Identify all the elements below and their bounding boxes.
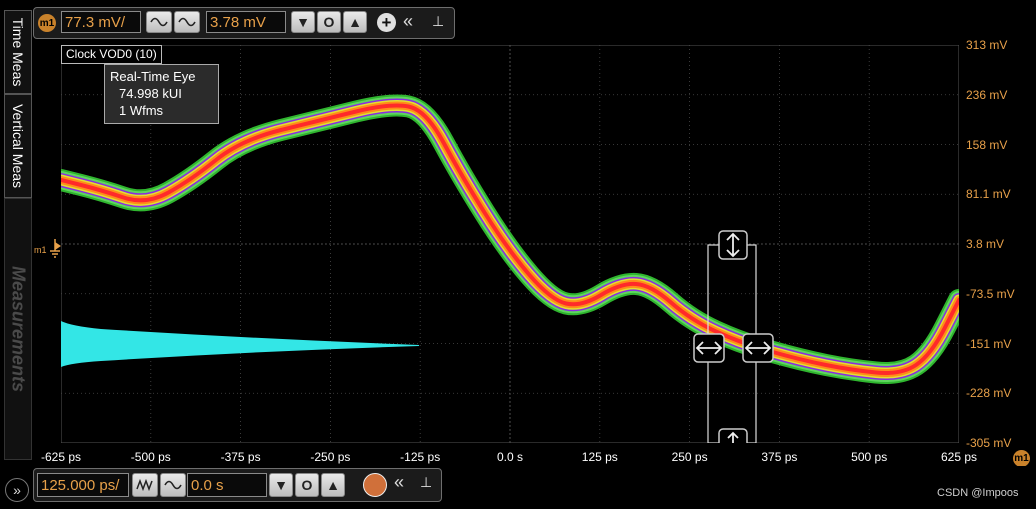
coarse-square-wave-button[interactable] <box>132 473 158 497</box>
offset-down-button[interactable]: ▼ <box>291 11 315 33</box>
zero-icon: O <box>301 477 313 493</box>
position-down-button[interactable]: ▼ <box>269 473 293 497</box>
resize-vertical-bottom-handle[interactable] <box>718 428 748 443</box>
resize-vertical-top-handle[interactable] <box>718 230 748 260</box>
resize-horizontal-right-handle[interactable] <box>742 333 774 363</box>
vertical-control-group: m1 77.3 mV/ 3.78 mV ▼ O ▲ + « ⊥ <box>33 7 455 39</box>
offset-up-button[interactable]: ▲ <box>343 11 367 33</box>
x-axis-label: 500 ps <box>851 450 888 464</box>
position-up-button[interactable]: ▲ <box>321 473 345 497</box>
y-axis-label: 313 mV <box>966 38 1008 52</box>
wave-icon <box>150 17 168 27</box>
square-wave-icon <box>136 479 153 491</box>
ground-marker-icon[interactable] <box>48 239 62 261</box>
collapse-icon[interactable]: « <box>403 11 413 32</box>
horizontal-control-group: 125.000 ps/ 0.0 s ▼ O ▲ « ⊥ <box>33 468 442 502</box>
pin-icon[interactable]: ⊥ <box>420 474 432 491</box>
x-axis-label: -375 ps <box>220 450 261 464</box>
y-axis-label: 3.8 mV <box>966 237 1005 251</box>
x-axis-label: -500 ps <box>130 450 171 464</box>
x-axis-label: -125 ps <box>400 450 441 464</box>
x-axis-label: 0.0 s <box>496 450 524 464</box>
vertical-scale-field[interactable]: 77.3 mV/ <box>61 11 141 33</box>
y-axis-label: -151 mV <box>966 336 1012 351</box>
info-waveform-count: 1 Wfms <box>119 103 164 118</box>
offset-zero-button[interactable]: O <box>317 11 341 33</box>
chevron-up-icon: ▲ <box>326 477 340 493</box>
top-toolbar: m1 77.3 mV/ 3.78 mV ▼ O ▲ + « ⊥ <box>0 0 1036 44</box>
horizontal-scale-field[interactable]: 125.000 ps/ <box>37 473 129 497</box>
chevron-down-icon: ▼ <box>296 14 310 30</box>
chevron-down-icon: ▼ <box>274 477 288 493</box>
tab-vertical-meas-label: Vertical Meas <box>10 103 26 189</box>
y-axis-label: 236 mV <box>966 87 1008 102</box>
bottom-toolbar: » 125.000 ps/ 0.0 s ▼ O ▲ « ⊥ CSDN @Impo… <box>0 466 1036 509</box>
x-axis-label: 125 ps <box>581 450 618 464</box>
x-axis-label: -625 ps <box>40 450 82 464</box>
x-axis-label: 375 ps <box>761 450 798 464</box>
info-ui-count: 74.998 kUI <box>119 86 182 101</box>
horizontal-position-field[interactable]: 0.0 s <box>187 473 267 497</box>
tab-measurements[interactable]: Measurements <box>4 198 32 460</box>
coarse-wave-button[interactable] <box>146 11 172 33</box>
tab-measurements-label: Measurements <box>8 265 29 393</box>
y-axis-label: -73.5 mV <box>966 286 1015 301</box>
info-box: Real-Time Eye 74.998 kUI 1 Wfms <box>104 64 219 124</box>
marker-label: m1 <box>34 245 47 255</box>
pin-icon[interactable]: ⊥ <box>432 13 444 30</box>
chevron-up-icon: ▲ <box>348 14 362 30</box>
vertical-offset-field[interactable]: 3.78 mV <box>206 11 286 33</box>
expand-icon[interactable]: » <box>5 478 29 502</box>
y-axis-label: 81.1 mV <box>966 187 1011 202</box>
channel-badge[interactable]: m1 <box>38 14 56 32</box>
tab-time-meas[interactable]: Time Meas <box>4 10 32 94</box>
waveform-label[interactable]: Clock VOD0 (10) <box>61 45 162 64</box>
x-axis-label: 250 ps <box>671 450 708 464</box>
resize-horizontal-left-handle[interactable] <box>693 333 725 363</box>
wave-icon <box>178 17 196 27</box>
collapse-icon[interactable]: « <box>394 472 404 493</box>
fine-wave-button[interactable] <box>174 11 200 33</box>
x-axis-label: -250 ps <box>310 450 351 464</box>
x-axis-badge[interactable]: m1 <box>1013 450 1030 467</box>
y-axis-label: 158 mV <box>966 137 1008 152</box>
watermark: CSDN @Impoos <box>937 487 1019 499</box>
add-icon[interactable]: + <box>377 13 396 32</box>
fine-wave-button-bottom[interactable] <box>160 473 186 497</box>
zero-icon: O <box>323 14 335 30</box>
tab-vertical-meas[interactable]: Vertical Meas <box>4 94 32 198</box>
y-axis-label: -228 mV <box>966 386 1012 401</box>
position-zero-button[interactable]: O <box>295 473 319 497</box>
tab-time-meas-label: Time Meas <box>10 17 26 87</box>
info-title: Real-Time Eye <box>110 69 196 84</box>
x-axis-label: 625 ps <box>940 450 978 464</box>
wave-icon <box>164 480 182 490</box>
y-axis-label: -305 mV <box>966 436 1012 450</box>
timebase-icon[interactable] <box>363 473 387 497</box>
